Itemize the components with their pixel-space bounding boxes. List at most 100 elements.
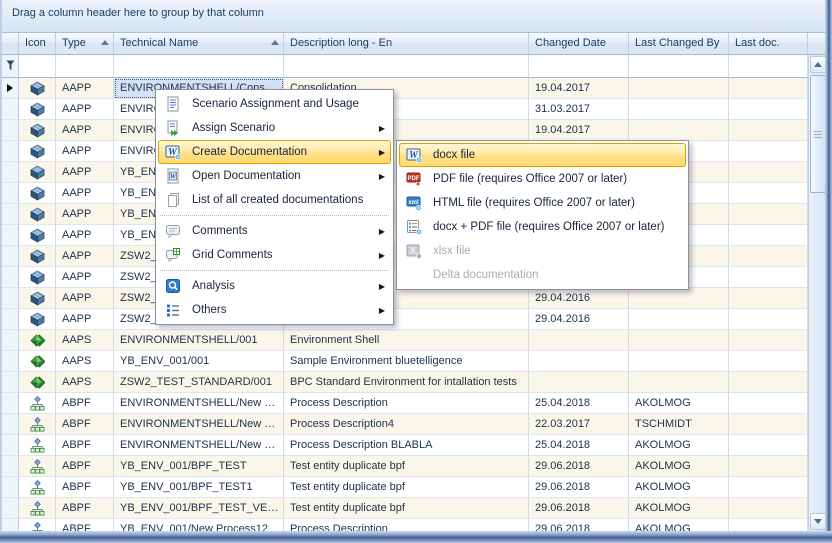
cell-last-doc[interactable]: [729, 498, 808, 519]
cell-type[interactable]: AAPS: [56, 330, 114, 351]
table-row[interactable]: ABPFENVIRONMENTSHELL/New Proc...Process …: [2, 414, 808, 435]
filter-cell-last-changed-by[interactable]: [629, 55, 729, 78]
cell-last-doc[interactable]: [729, 456, 808, 477]
cell-technical-name[interactable]: ENVIRONMENTSHELL/New Proc...: [114, 435, 284, 456]
column-header-technical-name[interactable]: Technical Name: [114, 33, 284, 55]
submenu-item-docx-pdf-file-requires-office-2007-or-later[interactable]: docx + PDF file (requires Office 2007 or…: [399, 215, 686, 239]
cell-changed-date[interactable]: 29.06.2018: [529, 456, 629, 477]
menu-item-scenario-assignment-and-usage[interactable]: Scenario Assignment and Usage: [158, 92, 391, 116]
cell-last-doc[interactable]: [729, 225, 808, 246]
cell-last-changed-by[interactable]: [629, 330, 729, 351]
column-header-icon[interactable]: Icon: [19, 33, 56, 55]
column-header-type[interactable]: Type: [56, 33, 114, 55]
column-header-changed-date[interactable]: Changed Date: [529, 33, 629, 55]
cell-type[interactable]: ABPF: [56, 519, 114, 531]
cell-type[interactable]: AAPP: [56, 246, 114, 267]
submenu-item-docx-file[interactable]: Wdocx file: [399, 143, 686, 167]
cell-type[interactable]: ABPF: [56, 414, 114, 435]
cell-type[interactable]: AAPP: [56, 288, 114, 309]
table-row[interactable]: AAPPZSW2_...29.04.2016: [2, 288, 808, 309]
cell-last-changed-by[interactable]: AKOLMOG: [629, 393, 729, 414]
cell-last-changed-by[interactable]: [629, 99, 729, 120]
cell-last-changed-by[interactable]: [629, 288, 729, 309]
cell-last-changed-by[interactable]: [629, 120, 729, 141]
cell-last-doc[interactable]: [729, 393, 808, 414]
cell-last-changed-by[interactable]: AKOLMOG: [629, 477, 729, 498]
menu-item-analysis[interactable]: Analysis▶: [158, 274, 391, 298]
cell-changed-date[interactable]: 25.04.2018: [529, 393, 629, 414]
cell-last-changed-by[interactable]: [629, 372, 729, 393]
cell-last-changed-by[interactable]: AKOLMOG: [629, 519, 729, 531]
menu-item-comments[interactable]: Comments▶: [158, 219, 391, 243]
cell-type[interactable]: ABPF: [56, 456, 114, 477]
cell-technical-name[interactable]: YB_ENV_001/BPF_TEST: [114, 456, 284, 477]
column-header-last-changed-by[interactable]: Last Changed By: [629, 33, 729, 55]
menu-item-assign-scenario[interactable]: Assign Scenario▶: [158, 116, 391, 140]
cell-changed-date[interactable]: 29.04.2016: [529, 288, 629, 309]
cell-type[interactable]: AAPS: [56, 372, 114, 393]
table-row[interactable]: AAPPENVIRONMENTSHELL/...19.04.2017: [2, 120, 808, 141]
filter-cell-icon[interactable]: [19, 55, 56, 78]
cell-technical-name[interactable]: ZSW2_TEST_STANDARD/001: [114, 372, 284, 393]
cell-type[interactable]: AAPP: [56, 267, 114, 288]
cell-description[interactable]: Process Description4: [284, 414, 529, 435]
cell-last-doc[interactable]: [729, 477, 808, 498]
table-row[interactable]: ABPFYB_ENV_001/BPF_TEST_VERSIONTest enti…: [2, 498, 808, 519]
cell-last-changed-by[interactable]: [629, 78, 729, 99]
cell-last-changed-by[interactable]: [629, 351, 729, 372]
cell-type[interactable]: ABPF: [56, 477, 114, 498]
table-row[interactable]: AAPSENVIRONMENTSHELL/001Environment Shel…: [2, 330, 808, 351]
cell-description[interactable]: Test entity duplicate bpf: [284, 456, 529, 477]
cell-last-doc[interactable]: [729, 162, 808, 183]
cell-last-changed-by[interactable]: AKOLMOG: [629, 498, 729, 519]
cell-changed-date[interactable]: [529, 351, 629, 372]
cell-changed-date[interactable]: 31.03.2017: [529, 99, 629, 120]
filter-cell-last-doc[interactable]: [729, 55, 808, 78]
cell-last-doc[interactable]: [729, 204, 808, 225]
cell-last-doc[interactable]: [729, 183, 808, 204]
cell-technical-name[interactable]: YB_ENV_001/001: [114, 351, 284, 372]
cell-last-doc[interactable]: [729, 372, 808, 393]
table-row[interactable]: AAPPENVIRONMENTSHELL/Consolida...Consoli…: [2, 78, 808, 99]
cell-changed-date[interactable]: 19.04.2017: [529, 120, 629, 141]
cell-description[interactable]: Sample Environment bluetelligence: [284, 351, 529, 372]
cell-last-doc[interactable]: [729, 519, 808, 531]
table-row[interactable]: ABPFENVIRONMENTSHELL/New Proc...Process …: [2, 393, 808, 414]
cell-last-doc[interactable]: [729, 414, 808, 435]
cell-last-changed-by[interactable]: [629, 309, 729, 330]
menu-item-open-documentation[interactable]: WOpen Documentation▶: [158, 164, 391, 188]
auto-filter-row[interactable]: [2, 55, 808, 78]
column-header-description[interactable]: Description long - En: [284, 33, 529, 55]
cell-description[interactable]: BPC Standard Environment for intallation…: [284, 372, 529, 393]
cell-changed-date[interactable]: 29.06.2018: [529, 519, 629, 531]
table-row[interactable]: ABPFYB_ENV_001/BPF_TESTTest entity dupli…: [2, 456, 808, 477]
scroll-down-button[interactable]: [810, 513, 826, 530]
cell-last-doc[interactable]: [729, 78, 808, 99]
cell-description[interactable]: Environment Shell: [284, 330, 529, 351]
cell-description[interactable]: Process Description: [284, 393, 529, 414]
cell-changed-date[interactable]: 29.04.2016: [529, 309, 629, 330]
cell-type[interactable]: AAPP: [56, 309, 114, 330]
cell-last-changed-by[interactable]: AKOLMOG: [629, 456, 729, 477]
submenu-item-pdf-file-requires-office-2007-or-later[interactable]: PDFPDF file (requires Office 2007 or lat…: [399, 167, 686, 191]
cell-type[interactable]: AAPP: [56, 183, 114, 204]
cell-description[interactable]: Process Description BLABLA: [284, 435, 529, 456]
cell-type[interactable]: AAPP: [56, 204, 114, 225]
cell-changed-date[interactable]: 25.04.2018: [529, 435, 629, 456]
cell-technical-name[interactable]: ENVIRONMENTSHELL/New Proc...: [114, 414, 284, 435]
cell-type[interactable]: AAPP: [56, 162, 114, 183]
cell-last-doc[interactable]: [729, 288, 808, 309]
cell-type[interactable]: AAPP: [56, 120, 114, 141]
cell-last-doc[interactable]: [729, 330, 808, 351]
cell-last-doc[interactable]: [729, 267, 808, 288]
cell-changed-date[interactable]: [529, 372, 629, 393]
cell-last-changed-by[interactable]: TSCHMIDT: [629, 414, 729, 435]
group-by-panel[interactable]: Drag a column header here to group by th…: [2, 0, 825, 33]
filter-cell-technical-name[interactable]: [114, 55, 284, 78]
table-row[interactable]: ABPFENVIRONMENTSHELL/New Proc...Process …: [2, 435, 808, 456]
filter-cell-type[interactable]: [56, 55, 114, 78]
cell-type[interactable]: AAPS: [56, 351, 114, 372]
cell-last-doc[interactable]: [729, 246, 808, 267]
submenu-item-html-file-requires-office-2007-or-later[interactable]: xmlHTML file (requires Office 2007 or la…: [399, 191, 686, 215]
table-row[interactable]: AAPPZSW2_TEST_STANDARD/RatesExchange Rat…: [2, 309, 808, 330]
